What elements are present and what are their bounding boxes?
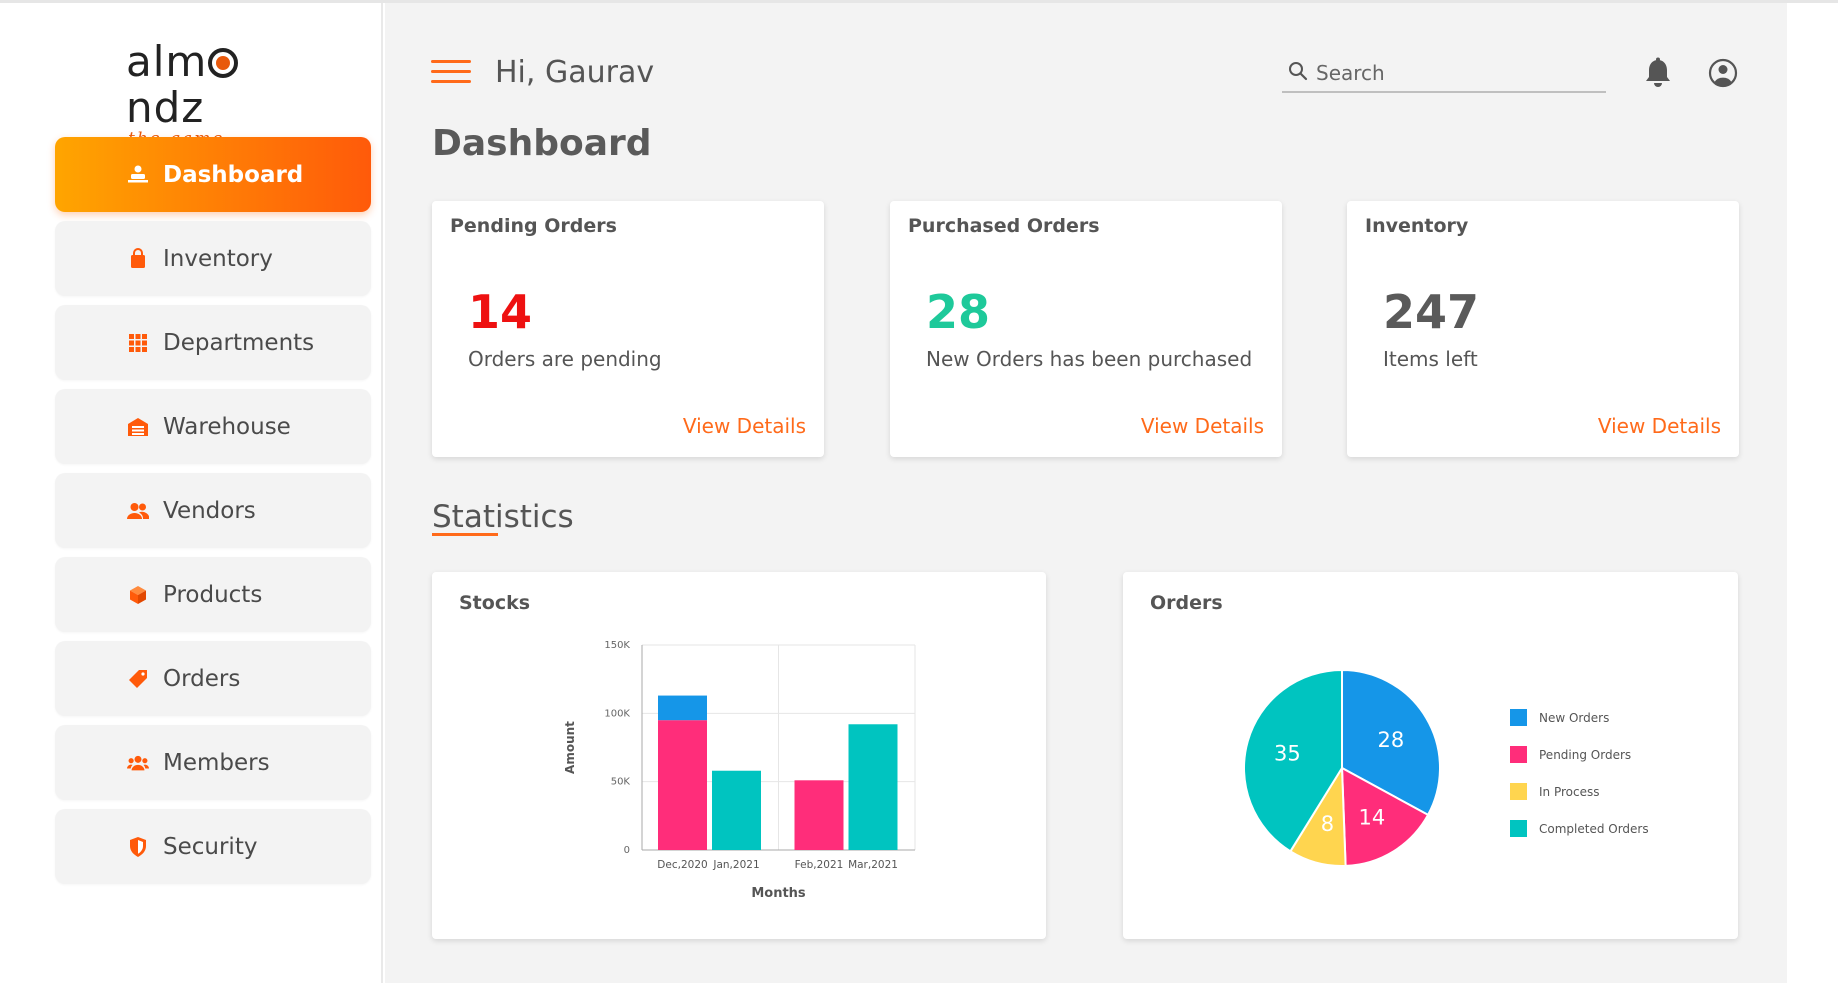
tag-icon (127, 668, 149, 690)
card-title: Purchased Orders (908, 215, 1100, 237)
greeting-text: Hi, Gaurav (495, 55, 655, 90)
right-margin (1787, 3, 1838, 983)
view-details-link[interactable]: View Details (1598, 414, 1721, 438)
brand-wordmark: almndz (126, 39, 306, 131)
x-tick-label: Mar,2021 (848, 859, 898, 871)
legend-swatch (1510, 783, 1527, 800)
legend-swatch (1510, 820, 1527, 837)
orders-chart-card: Orders 28 14 8 35 New Orders Pending Orders In… (1123, 572, 1738, 939)
orders-pie-chart: 28 14 8 35 New Orders Pending Orders In Proces… (1243, 668, 1649, 867)
card-title: Inventory (1365, 215, 1469, 237)
card-subtitle: Items left (1383, 347, 1478, 371)
statistics-heading: Statistics (432, 499, 574, 535)
y-tick-label: 150K (604, 640, 630, 651)
search-input[interactable] (1316, 61, 1586, 85)
dashboard-icon (127, 164, 149, 186)
legend-swatch (1510, 709, 1527, 726)
sidebar-item-dashboard[interactable]: Dashboard (55, 137, 371, 212)
pie-data-label: 14 (1359, 805, 1386, 829)
y-tick-label: 0 (624, 845, 630, 856)
sidebar: almndz the game changer Dashboard Invent… (0, 3, 383, 983)
card-value: 28 (926, 285, 991, 339)
bar-segment (794, 780, 844, 850)
card-subtitle: New Orders has been purchased (926, 347, 1253, 371)
sidebar-item-products[interactable]: Products (55, 557, 371, 632)
sidebar-item-label: Vendors (163, 497, 256, 524)
page-title: Dashboard (432, 123, 652, 164)
statistics-underline (432, 533, 498, 536)
legend-label: Pending Orders (1539, 748, 1631, 762)
card-title: Pending Orders (450, 215, 617, 237)
box-icon (127, 584, 149, 606)
brand-logo[interactable]: almndz the game changer (126, 39, 306, 169)
stocks-bar-chart: 0 50K 100K 150K Dec,2020 Jan,2021 Feb,2021 Mar,… (563, 640, 916, 901)
y-axis-title: Amount (563, 721, 577, 774)
legend-label: Completed Orders (1539, 822, 1649, 836)
search-icon (1288, 61, 1308, 85)
card-value: 14 (468, 285, 533, 339)
pending-orders-card: Pending Orders 14 Orders are pending Vie… (432, 201, 824, 457)
sidebar-item-label: Security (163, 833, 258, 860)
pie-data-label: 35 (1274, 741, 1301, 765)
legend-label: New Orders (1539, 711, 1609, 725)
sidebar-item-label: Products (163, 581, 263, 608)
menu-toggle-button[interactable] (431, 60, 471, 84)
x-tick-label: Feb,2021 (795, 859, 844, 871)
sidebar-item-label: Members (163, 749, 270, 776)
user-account-icon[interactable] (1708, 58, 1738, 88)
x-tick-label: Dec,2020 (657, 859, 707, 871)
grid-icon (127, 332, 149, 354)
stocks-chart-card: Stocks 0 50K 100K 150K Dec,2020 Jan,2021 Feb,2… (432, 572, 1046, 939)
sidebar-nav: Dashboard Inventory Departments Warehous… (55, 137, 371, 893)
legend-swatch (1510, 746, 1527, 763)
sidebar-item-departments[interactable]: Departments (55, 305, 371, 380)
sidebar-item-label: Warehouse (163, 413, 291, 440)
purchased-orders-card: Purchased Orders 28 New Orders has been … (890, 201, 1282, 457)
y-tick-label: 50K (611, 777, 631, 788)
pie-data-label: 28 (1378, 728, 1405, 752)
brand-logo-o (208, 48, 239, 78)
y-tick-label: 100K (604, 708, 630, 719)
sidebar-item-inventory[interactable]: Inventory (55, 221, 371, 296)
view-details-link[interactable]: View Details (683, 414, 806, 438)
sidebar-item-security[interactable]: Security (55, 809, 371, 884)
card-value: 247 (1383, 285, 1480, 339)
inventory-card: Inventory 247 Items left View Details (1347, 201, 1739, 457)
sidebar-item-orders[interactable]: Orders (55, 641, 371, 716)
view-details-link[interactable]: View Details (1141, 414, 1264, 438)
bar-segment (658, 720, 707, 850)
search-bar[interactable] (1282, 55, 1606, 93)
bar-segment (848, 724, 898, 850)
shopping-bag-icon (127, 247, 149, 270)
shield-icon (127, 836, 149, 858)
sidebar-item-vendors[interactable]: Vendors (55, 473, 371, 548)
sidebar-item-label: Departments (163, 329, 315, 356)
pie-data-label: 8 (1321, 812, 1334, 836)
legend-label: In Process (1539, 785, 1599, 799)
sidebar-item-label: Orders (163, 665, 241, 692)
sidebar-item-label: Dashboard (163, 161, 304, 188)
bar-segment (712, 770, 761, 850)
people-icon (127, 500, 149, 522)
main-content: Hi, Gaurav Dashboard Pending Orders 14 O… (385, 3, 1787, 983)
sidebar-item-members[interactable]: Members (55, 725, 371, 800)
hamburger-line (431, 70, 471, 73)
warehouse-icon (127, 416, 149, 438)
card-subtitle: Orders are pending (468, 347, 662, 371)
x-axis-title: Months (751, 886, 806, 901)
group-icon (127, 752, 149, 774)
sidebar-item-warehouse[interactable]: Warehouse (55, 389, 371, 464)
sidebar-item-label: Inventory (163, 245, 273, 272)
bar-segment (658, 695, 707, 721)
notification-bell-icon[interactable] (1643, 57, 1673, 89)
hamburger-line (431, 80, 471, 83)
hamburger-line (431, 60, 471, 63)
x-tick-label: Jan,2021 (712, 859, 759, 871)
